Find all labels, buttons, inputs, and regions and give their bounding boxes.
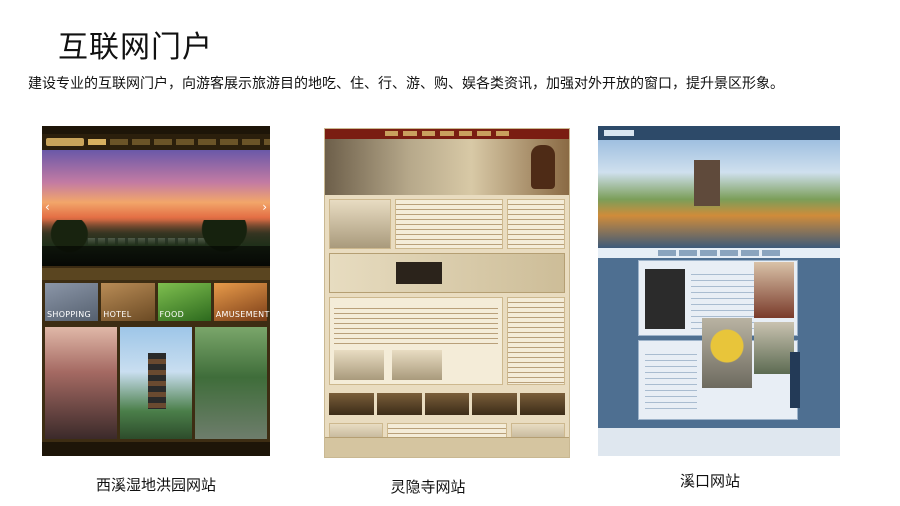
site-nav xyxy=(598,248,840,258)
site-footer xyxy=(325,437,569,457)
lingyin-website-screenshot xyxy=(324,128,570,458)
feature-photo xyxy=(754,262,794,318)
hero-banner: ‹ › xyxy=(42,150,270,266)
tile-amusement: AMUSEMENT xyxy=(213,283,270,321)
photo-strip xyxy=(325,389,569,419)
gallery-photo xyxy=(45,327,117,439)
side-list xyxy=(507,297,565,385)
site-nav xyxy=(325,129,569,139)
news-row xyxy=(325,195,569,253)
tile-label: HOTEL xyxy=(103,310,132,319)
tile-label: AMUSEMENT xyxy=(215,310,270,319)
side-list xyxy=(507,199,565,249)
hero-banner xyxy=(598,140,840,248)
tile-hotel: HOTEL xyxy=(101,283,155,321)
gallery-photo xyxy=(195,327,267,439)
site-footer xyxy=(598,428,840,456)
figure-photo xyxy=(790,352,800,408)
feature-photo xyxy=(754,322,794,374)
tile-shopping: SHOPPING xyxy=(45,283,99,321)
news-list xyxy=(395,199,503,249)
content-row xyxy=(325,293,569,389)
gallery-photo xyxy=(120,327,192,439)
photo-gallery xyxy=(42,324,270,442)
slide-subtitle: 建设专业的互联网门户，向游客展示旅游目的地吃、住、行、游、购、娱各类资讯，加强对… xyxy=(28,76,784,92)
category-tiles: SHOPPING HOTEL FOOD AMUSEMENT xyxy=(42,280,270,324)
xixi-website-screenshot: ‹ › SHOPPING HOTEL FOOD AMUSEMENT xyxy=(42,126,270,456)
caption-lingyin: 灵隐寺网站 xyxy=(390,478,466,496)
site-footer xyxy=(42,442,270,456)
chevron-right-icon: › xyxy=(262,200,267,214)
slide-title: 互联网门户 xyxy=(58,30,213,65)
top-bar xyxy=(42,126,270,134)
tile-label: SHOPPING xyxy=(47,310,91,319)
site-nav xyxy=(88,139,270,145)
info-bar xyxy=(42,268,270,280)
chevron-left-icon: ‹ xyxy=(45,200,50,214)
site-logo xyxy=(46,138,84,146)
tile-label: FOOD xyxy=(159,310,185,319)
caption-xikou: 溪口网站 xyxy=(679,472,740,490)
feature-photo xyxy=(702,318,752,388)
site-header xyxy=(42,134,270,150)
feature-banner xyxy=(329,253,565,293)
caption-xixi: 西溪湿地洪园网站 xyxy=(95,476,216,494)
news-photo xyxy=(329,199,391,249)
tile-food: FOOD xyxy=(157,283,211,321)
hero-banner xyxy=(325,139,569,195)
site-header xyxy=(598,126,840,140)
xikou-website-screenshot xyxy=(598,126,840,456)
content-box xyxy=(329,297,503,385)
